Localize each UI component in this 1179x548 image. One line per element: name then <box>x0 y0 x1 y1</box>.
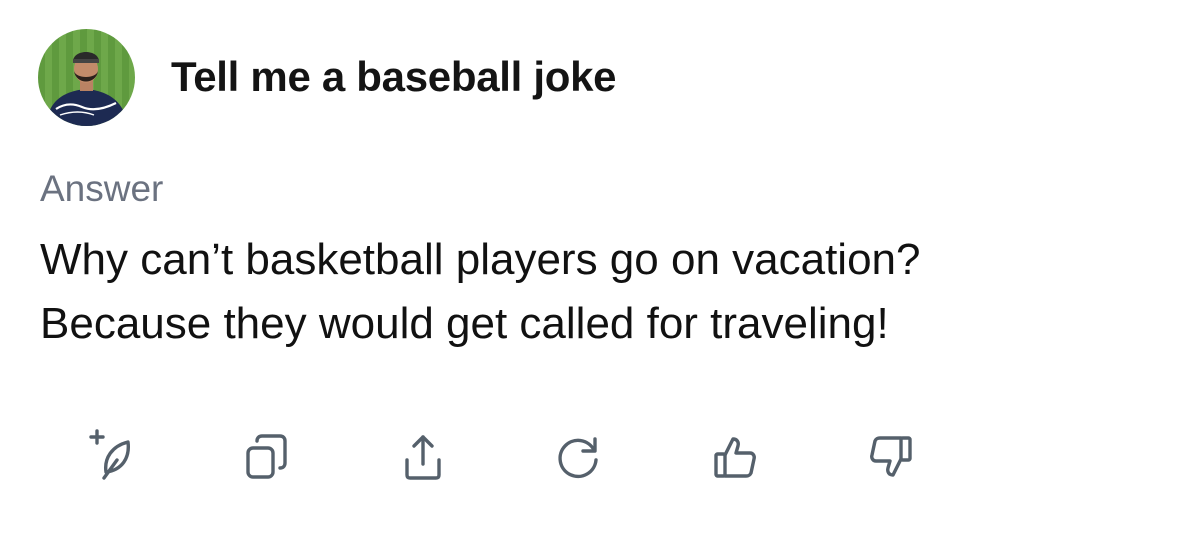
share-icon <box>405 435 441 480</box>
avatar-image <box>38 28 135 126</box>
avatar[interactable] <box>38 28 135 126</box>
question-header: Tell me a baseball joke <box>38 28 617 126</box>
answer-line: Why can’t basketball players go on vacat… <box>40 235 921 284</box>
answer-body: Why can’t basketball players go on vacat… <box>40 228 1140 356</box>
add-feather-icon <box>89 429 130 480</box>
thumbs-down-button[interactable] <box>861 428 921 488</box>
share-button[interactable] <box>393 428 453 488</box>
thumbs-up-button[interactable] <box>705 428 765 488</box>
answer-line: Because they would get called for travel… <box>40 299 889 348</box>
thumbs-down-icon <box>870 436 912 477</box>
copy-icon <box>246 434 287 479</box>
copy-button[interactable] <box>237 428 297 488</box>
thumbs-up-icon <box>714 437 756 478</box>
add-feather-button[interactable] <box>80 428 140 488</box>
question-text: Tell me a baseball joke <box>171 53 617 100</box>
regenerate-icon <box>558 437 598 479</box>
answer-label: Answer <box>40 168 164 209</box>
regenerate-button[interactable] <box>549 428 609 488</box>
